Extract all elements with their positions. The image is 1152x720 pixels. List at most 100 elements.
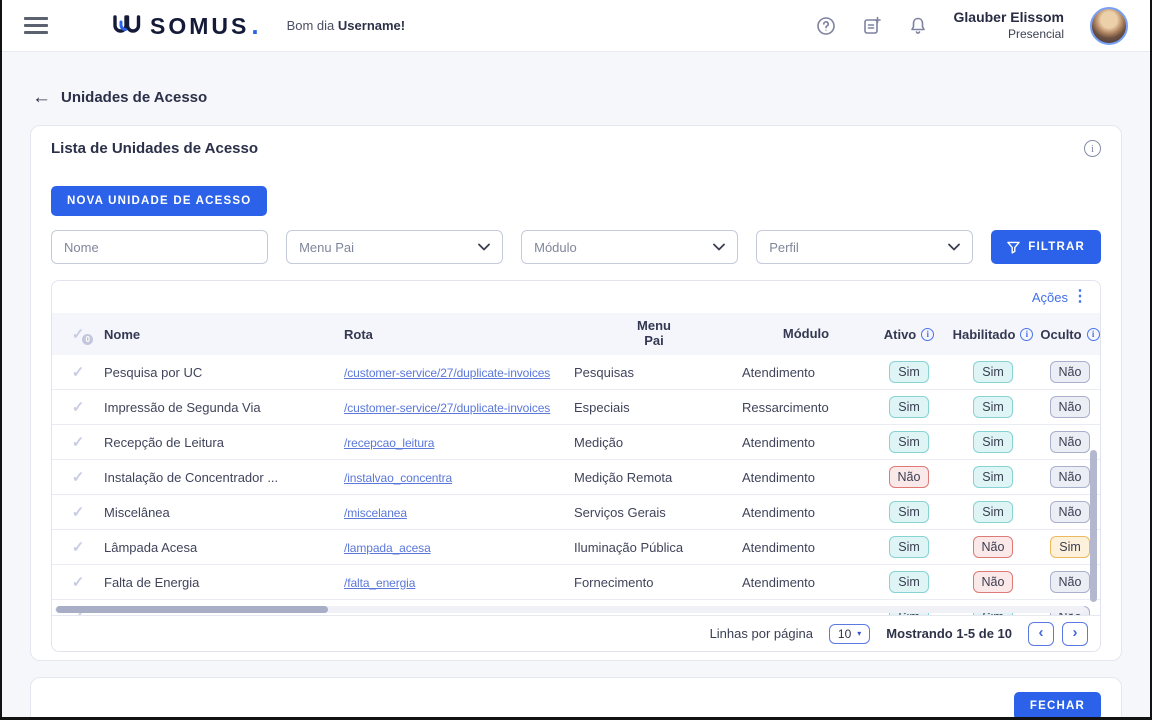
row-rota-link[interactable]: /miscelanea — [344, 506, 407, 520]
row-check-icon[interactable]: ✓ — [72, 399, 85, 416]
access-units-table: Ações ⋮ ✓ 0 Nome Rota Menu Pai Módulo — [51, 280, 1101, 652]
table-body: ✓ Pesquisa por UC /customer-service/27/d… — [52, 355, 1100, 615]
row-check-icon[interactable]: ✓ — [72, 504, 85, 521]
vertical-scrollbar[interactable] — [1090, 450, 1097, 602]
help-icon[interactable] — [816, 16, 836, 36]
ativo-badge: Sim — [889, 501, 929, 523]
showing-range: Mostrando 1-5 de 10 — [886, 626, 1012, 641]
habilitado-badge: Sim — [973, 466, 1013, 488]
row-modulo: Atendimento — [734, 505, 870, 520]
table-row: ✓ Pesquisa por UC /customer-service/27/d… — [52, 355, 1100, 390]
habilitado-badge: Sim — [973, 431, 1013, 453]
horizontal-scrollbar[interactable] — [56, 606, 328, 613]
avatar[interactable] — [1090, 7, 1128, 45]
row-rota-link[interactable]: /instalvao_concentra — [344, 471, 452, 485]
select-all-check-icon[interactable]: ✓ 0 — [72, 325, 85, 343]
next-page-button[interactable]: › — [1062, 622, 1088, 646]
ativo-badge: Sim — [889, 536, 929, 558]
actions-menu[interactable]: Ações — [1032, 290, 1068, 305]
row-check-icon[interactable]: ✓ — [72, 434, 85, 451]
bell-icon[interactable] — [908, 16, 928, 36]
row-check-icon[interactable]: ✓ — [72, 574, 85, 591]
greeting: Bom dia Username! — [287, 18, 406, 33]
col-rota: Rota — [344, 327, 572, 342]
user-menu[interactable]: Glauber Elissom Presencial — [954, 9, 1064, 42]
kebab-icon[interactable]: ⋮ — [1072, 289, 1088, 305]
oculto-badge: Não — [1050, 361, 1091, 383]
row-modulo: Atendimento — [734, 575, 870, 590]
row-rota-link[interactable]: /falta_energia — [344, 576, 415, 590]
card-info-icon[interactable]: i — [1084, 140, 1101, 157]
table-row: ✓ Recepção de Leitura /recepcao_leitura … — [52, 425, 1100, 460]
row-menu-pai: Especiais — [572, 400, 734, 415]
selection-count-badge: 0 — [82, 334, 93, 345]
table-row: ✓ Miscelânea /miscelanea Serviços Gerais… — [52, 495, 1100, 530]
fechar-button[interactable]: FECHAR — [1014, 692, 1101, 720]
habilitado-badge: Sim — [973, 361, 1013, 383]
perfil-select[interactable]: Perfil — [756, 230, 973, 264]
oculto-badge: Não — [1050, 396, 1091, 418]
row-nome: Recepção de Leitura — [104, 435, 344, 450]
table-row: ✓ Impressão de Segunda Via /customer-ser… — [52, 390, 1100, 425]
footer-bar: FECHAR — [30, 677, 1122, 720]
chevron-down-icon — [478, 243, 490, 251]
table-row: ✓ Falta de Energia /falta_energia Fornec… — [52, 565, 1100, 600]
oculto-info-icon[interactable]: i — [1087, 328, 1100, 341]
new-access-unit-button[interactable]: NOVA UNIDADE DE ACESSO — [51, 186, 267, 216]
habilitado-info-icon[interactable]: i — [1020, 328, 1033, 341]
logo-text: SOMUS — [150, 13, 249, 40]
oculto-badge: Sim — [1050, 536, 1090, 558]
note-add-icon[interactable] — [862, 16, 882, 36]
row-nome: Pesquisa por UC — [104, 365, 344, 380]
row-modulo: Atendimento — [734, 435, 870, 450]
col-ativo: Ativoi — [870, 327, 948, 342]
row-check-icon[interactable]: ✓ — [72, 539, 85, 556]
prev-page-button[interactable]: ‹ — [1028, 622, 1054, 646]
row-modulo: Atendimento — [734, 540, 870, 555]
back-arrow-icon[interactable]: ← — [32, 88, 51, 107]
row-menu-pai: Medição Remota — [572, 470, 734, 485]
habilitado-badge: Sim — [973, 396, 1013, 418]
menu-pai-select[interactable]: Menu Pai — [286, 230, 503, 264]
rows-per-page-label: Linhas por página — [710, 626, 813, 641]
ativo-badge: Sim — [889, 431, 929, 453]
row-rota-link[interactable]: /customer-service/27/duplicate-invoices — [344, 366, 550, 380]
table-row: ✓ Instalação de Concentrador ... /instal… — [52, 460, 1100, 495]
row-nome: Lâmpada Acesa — [104, 540, 344, 555]
oculto-badge: Não — [1050, 501, 1091, 523]
breadcrumb: ← Unidades de Acesso — [32, 88, 1150, 107]
habilitado-badge: Não — [973, 536, 1014, 558]
col-modulo: Módulo — [734, 327, 870, 342]
ativo-info-icon[interactable]: i — [921, 328, 934, 341]
row-check-icon[interactable]: ✓ — [72, 469, 85, 486]
oculto-badge: Não — [1050, 466, 1091, 488]
row-rota-link[interactable]: /customer-service/27/duplicate-invoices — [344, 401, 550, 415]
chevron-down-icon — [948, 243, 960, 251]
app-window: SOMUS . Bom dia Username! — [0, 0, 1152, 720]
row-menu-pai: Serviços Gerais — [572, 505, 734, 520]
row-menu-pai: Iluminação Pública — [572, 540, 734, 555]
row-nome: Falta de Energia — [104, 575, 344, 590]
row-rota-link[interactable]: /lampada_acesa — [344, 541, 431, 555]
menu-icon[interactable] — [24, 17, 48, 34]
row-menu-pai: Fornecimento — [572, 575, 734, 590]
row-nome: Miscelânea — [104, 505, 344, 520]
row-menu-pai: Pesquisas — [572, 365, 734, 380]
page-title: Unidades de Acesso — [61, 89, 207, 106]
access-units-card: Lista de Unidades de Acesso i NOVA UNIDA… — [30, 125, 1122, 661]
table-row: ✓ Lâmpada Acesa /lampada_acesa Iluminaçã… — [52, 530, 1100, 565]
chevron-down-icon — [713, 243, 725, 251]
logo-dot: . — [251, 10, 258, 41]
habilitado-badge: Sim — [973, 501, 1013, 523]
caret-down-icon: ▾ — [857, 629, 861, 638]
row-rota-link[interactable]: /recepcao_leitura — [344, 436, 434, 450]
greeting-username: Username! — [338, 18, 405, 33]
filtrar-button[interactable]: FILTRAR — [991, 230, 1101, 264]
col-nome: Nome — [104, 327, 344, 342]
col-habilitado: Habilitadoi — [948, 327, 1038, 342]
nome-input[interactable] — [51, 230, 268, 264]
row-check-icon[interactable]: ✓ — [72, 364, 85, 381]
modulo-select[interactable]: Módulo — [521, 230, 738, 264]
rows-per-page-select[interactable]: 10 ▾ — [829, 624, 870, 644]
ativo-badge: Sim — [889, 571, 929, 593]
